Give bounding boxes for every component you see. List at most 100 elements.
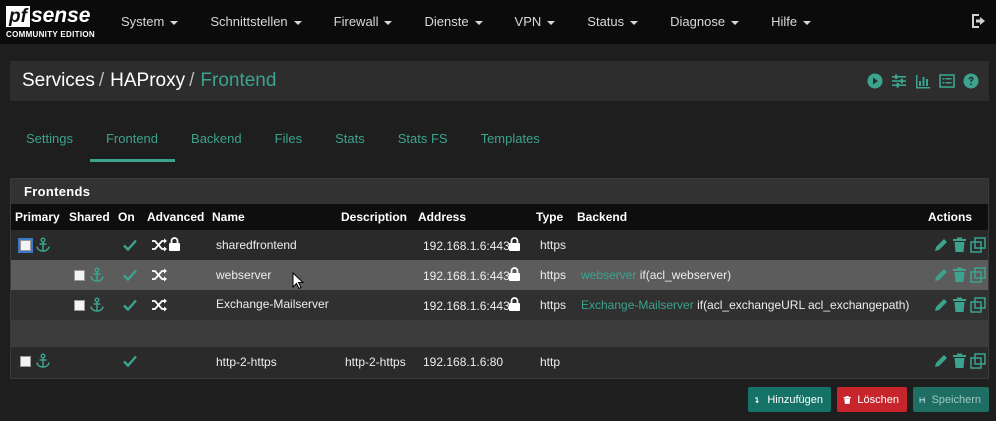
row-description: http-2-https <box>345 355 406 369</box>
caret-down-icon <box>474 20 483 25</box>
tab-bar: Settings Frontend Backend Files Stats St… <box>10 122 557 162</box>
row-select-checkbox[interactable] <box>20 356 31 367</box>
anchor-icon <box>90 297 104 312</box>
clone-icon[interactable] <box>970 297 986 313</box>
shuffle-icon <box>152 298 167 312</box>
play-icon[interactable] <box>867 73 883 89</box>
add-button-label: Hinzufügen <box>767 393 823 406</box>
bar-chart-icon[interactable] <box>915 73 931 89</box>
list-icon[interactable] <box>939 73 955 89</box>
menu-services[interactable]: Dienste <box>408 0 498 44</box>
add-button[interactable]: Hinzufügen <box>748 387 831 412</box>
brand-sense: sense <box>30 4 91 27</box>
col-shared: Shared <box>69 210 110 224</box>
caret-down-icon <box>170 20 179 25</box>
sign-out-icon[interactable] <box>970 12 988 30</box>
backend-condition: if(acl_webserver) <box>639 268 732 282</box>
lock-icon <box>509 297 520 311</box>
clone-icon[interactable] <box>970 267 986 283</box>
col-on: On <box>118 210 135 224</box>
row-type: http <box>540 355 561 369</box>
save-icon <box>919 396 925 403</box>
row-select-checkbox[interactable] <box>74 270 85 281</box>
breadcrumb: Services / HAProxy / Frontend <box>22 70 276 92</box>
shuffle-icon <box>152 268 167 282</box>
row-address: 192.168.1.6:443 <box>423 299 510 313</box>
check-icon <box>123 239 137 252</box>
caret-down-icon <box>630 20 639 25</box>
menu-label: Dienste <box>424 14 469 29</box>
pencil-icon[interactable] <box>933 237 949 253</box>
check-icon <box>123 355 137 368</box>
col-actions: Actions <box>928 210 973 224</box>
menu-interfaces[interactable]: Schnittstellen <box>194 0 317 44</box>
col-advanced: Advanced <box>147 210 205 224</box>
shuffle-icon <box>152 238 167 252</box>
clone-icon[interactable] <box>970 237 986 253</box>
menu-system[interactable]: System <box>105 0 194 44</box>
caret-down-icon <box>547 20 556 25</box>
header-icons <box>867 73 979 89</box>
trash-icon[interactable] <box>952 237 967 253</box>
menu-firewall[interactable]: Firewall <box>318 0 409 44</box>
table-row: webserver 192.168.1.6:443 https webserve… <box>11 260 988 290</box>
menu-label: Diagnose <box>670 14 726 29</box>
backend-link[interactable]: Exchange-Mailserver <box>581 298 694 312</box>
anchor-icon <box>90 267 104 282</box>
main-menu: System Schnittstellen Firewall Dienste V… <box>105 0 827 44</box>
tab-templates[interactable]: Templates <box>465 122 557 162</box>
tab-stats-fs[interactable]: Stats FS <box>382 122 465 162</box>
breadcrumb-services[interactable]: Services <box>22 70 95 91</box>
col-address: Address <box>418 210 467 224</box>
tab-files[interactable]: Files <box>259 122 319 162</box>
menu-diagnostics[interactable]: Diagnose <box>654 0 755 44</box>
lock-icon <box>509 267 520 281</box>
row-select-checkbox[interactable] <box>74 300 85 311</box>
col-type: Type <box>536 210 564 224</box>
row-select-checkbox[interactable] <box>18 238 33 253</box>
brand-pf: pf <box>6 6 30 27</box>
breadcrumb-haproxy[interactable]: HAProxy <box>110 70 185 91</box>
trash-icon[interactable] <box>952 297 967 313</box>
caret-down-icon <box>384 20 393 25</box>
check-icon <box>123 299 137 312</box>
delete-button[interactable]: Löschen <box>837 387 907 412</box>
sliders-icon[interactable] <box>891 73 907 89</box>
pencil-icon[interactable] <box>933 353 949 369</box>
tab-frontend[interactable]: Frontend <box>89 122 176 162</box>
question-icon[interactable] <box>963 73 979 89</box>
row-name: sharedfrontend <box>216 238 297 252</box>
menu-help[interactable]: Hilfe <box>755 0 827 44</box>
pencil-icon[interactable] <box>933 267 949 283</box>
save-button-label: Speichern <box>931 393 981 406</box>
menu-label: Status <box>587 14 625 29</box>
tab-stats[interactable]: Stats <box>319 122 382 162</box>
pencil-icon[interactable] <box>933 297 949 313</box>
table-row: http-2-https http-2-https 192.168.1.6:80… <box>11 347 988 377</box>
row-name: Exchange-Mailserver <box>216 297 329 311</box>
col-primary: Primary <box>15 210 60 224</box>
menu-status[interactable]: Status <box>571 0 654 44</box>
menu-label: System <box>121 14 165 29</box>
menu-label: VPN <box>514 14 542 29</box>
col-description: Description <box>341 210 408 224</box>
trash-icon[interactable] <box>952 353 967 369</box>
clone-icon[interactable] <box>970 353 986 369</box>
pfsense-logo[interactable]: pf sense COMMUNITY EDITION <box>6 5 102 41</box>
menu-label: Schnittstellen <box>210 14 288 29</box>
trash-icon[interactable] <box>952 267 967 283</box>
save-button[interactable]: Speichern <box>913 387 989 412</box>
table-header: Primary Shared On Advanced Name Descript… <box>11 204 988 230</box>
row-backend: Exchange-Mailserver if(acl_exchangeURL a… <box>581 298 909 312</box>
tab-backend[interactable]: Backend <box>175 122 259 162</box>
menu-label: Hilfe <box>771 14 798 29</box>
backend-link[interactable]: webserver <box>581 268 636 282</box>
breadcrumb-frontend: Frontend <box>200 70 277 91</box>
row-name: webserver <box>216 268 272 282</box>
anchor-icon <box>36 353 50 368</box>
row-address: 192.168.1.6:443 <box>423 239 510 253</box>
delete-button-label: Löschen <box>857 393 899 406</box>
menu-vpn[interactable]: VPN <box>499 0 572 44</box>
tab-settings[interactable]: Settings <box>10 122 90 162</box>
row-address: 192.168.1.6:443 <box>423 269 510 283</box>
